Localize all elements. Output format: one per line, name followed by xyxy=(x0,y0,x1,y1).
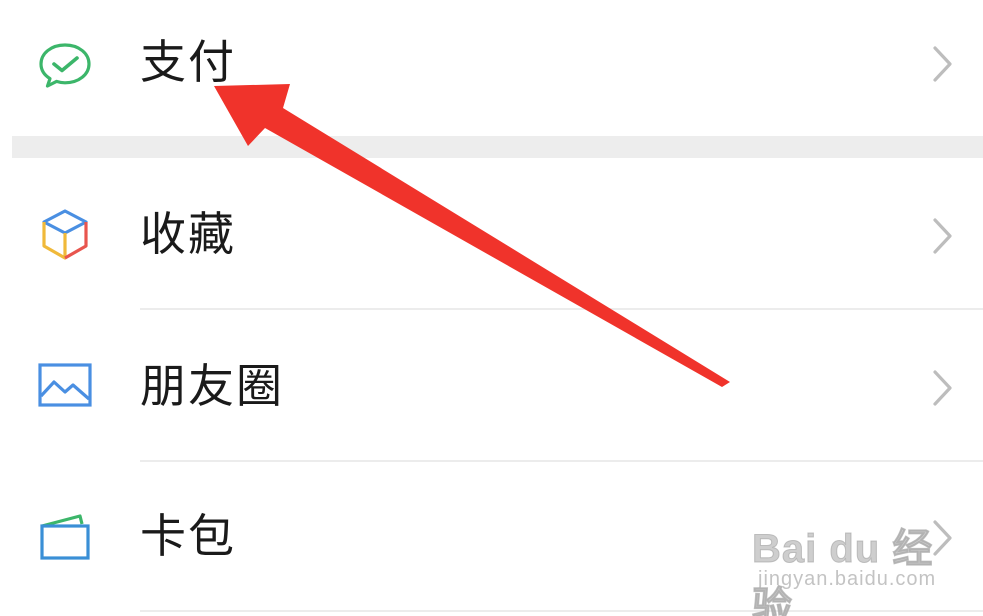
menu-item-moments[interactable]: 朋友圈 xyxy=(0,310,983,460)
wechat-pay-icon xyxy=(36,36,94,94)
menu-item-label: 卡包 xyxy=(140,509,236,563)
chevron-right-icon xyxy=(926,42,958,86)
menu-item-label: 支付 xyxy=(140,35,236,89)
menu-item-pay[interactable]: 支付 xyxy=(0,0,983,136)
section-separator xyxy=(12,136,983,158)
card-wallet-icon xyxy=(36,508,94,566)
favorites-cube-icon xyxy=(36,206,94,264)
wechat-me-menu-page: 支付 收藏 朋友圈 卡包 Bai du 经验 jingyan.baidu.com xyxy=(0,0,983,616)
menu-item-label: 收藏 xyxy=(140,207,236,261)
chevron-right-icon xyxy=(926,366,958,410)
menu-item-card-wallet[interactable]: 卡包 xyxy=(0,462,983,610)
chevron-right-icon xyxy=(926,214,958,258)
menu-item-favorites[interactable]: 收藏 xyxy=(0,158,983,308)
menu-item-label: 朋友圈 xyxy=(140,359,284,413)
chevron-right-icon xyxy=(926,516,958,560)
moments-image-icon xyxy=(36,356,94,414)
row-divider xyxy=(140,610,983,612)
